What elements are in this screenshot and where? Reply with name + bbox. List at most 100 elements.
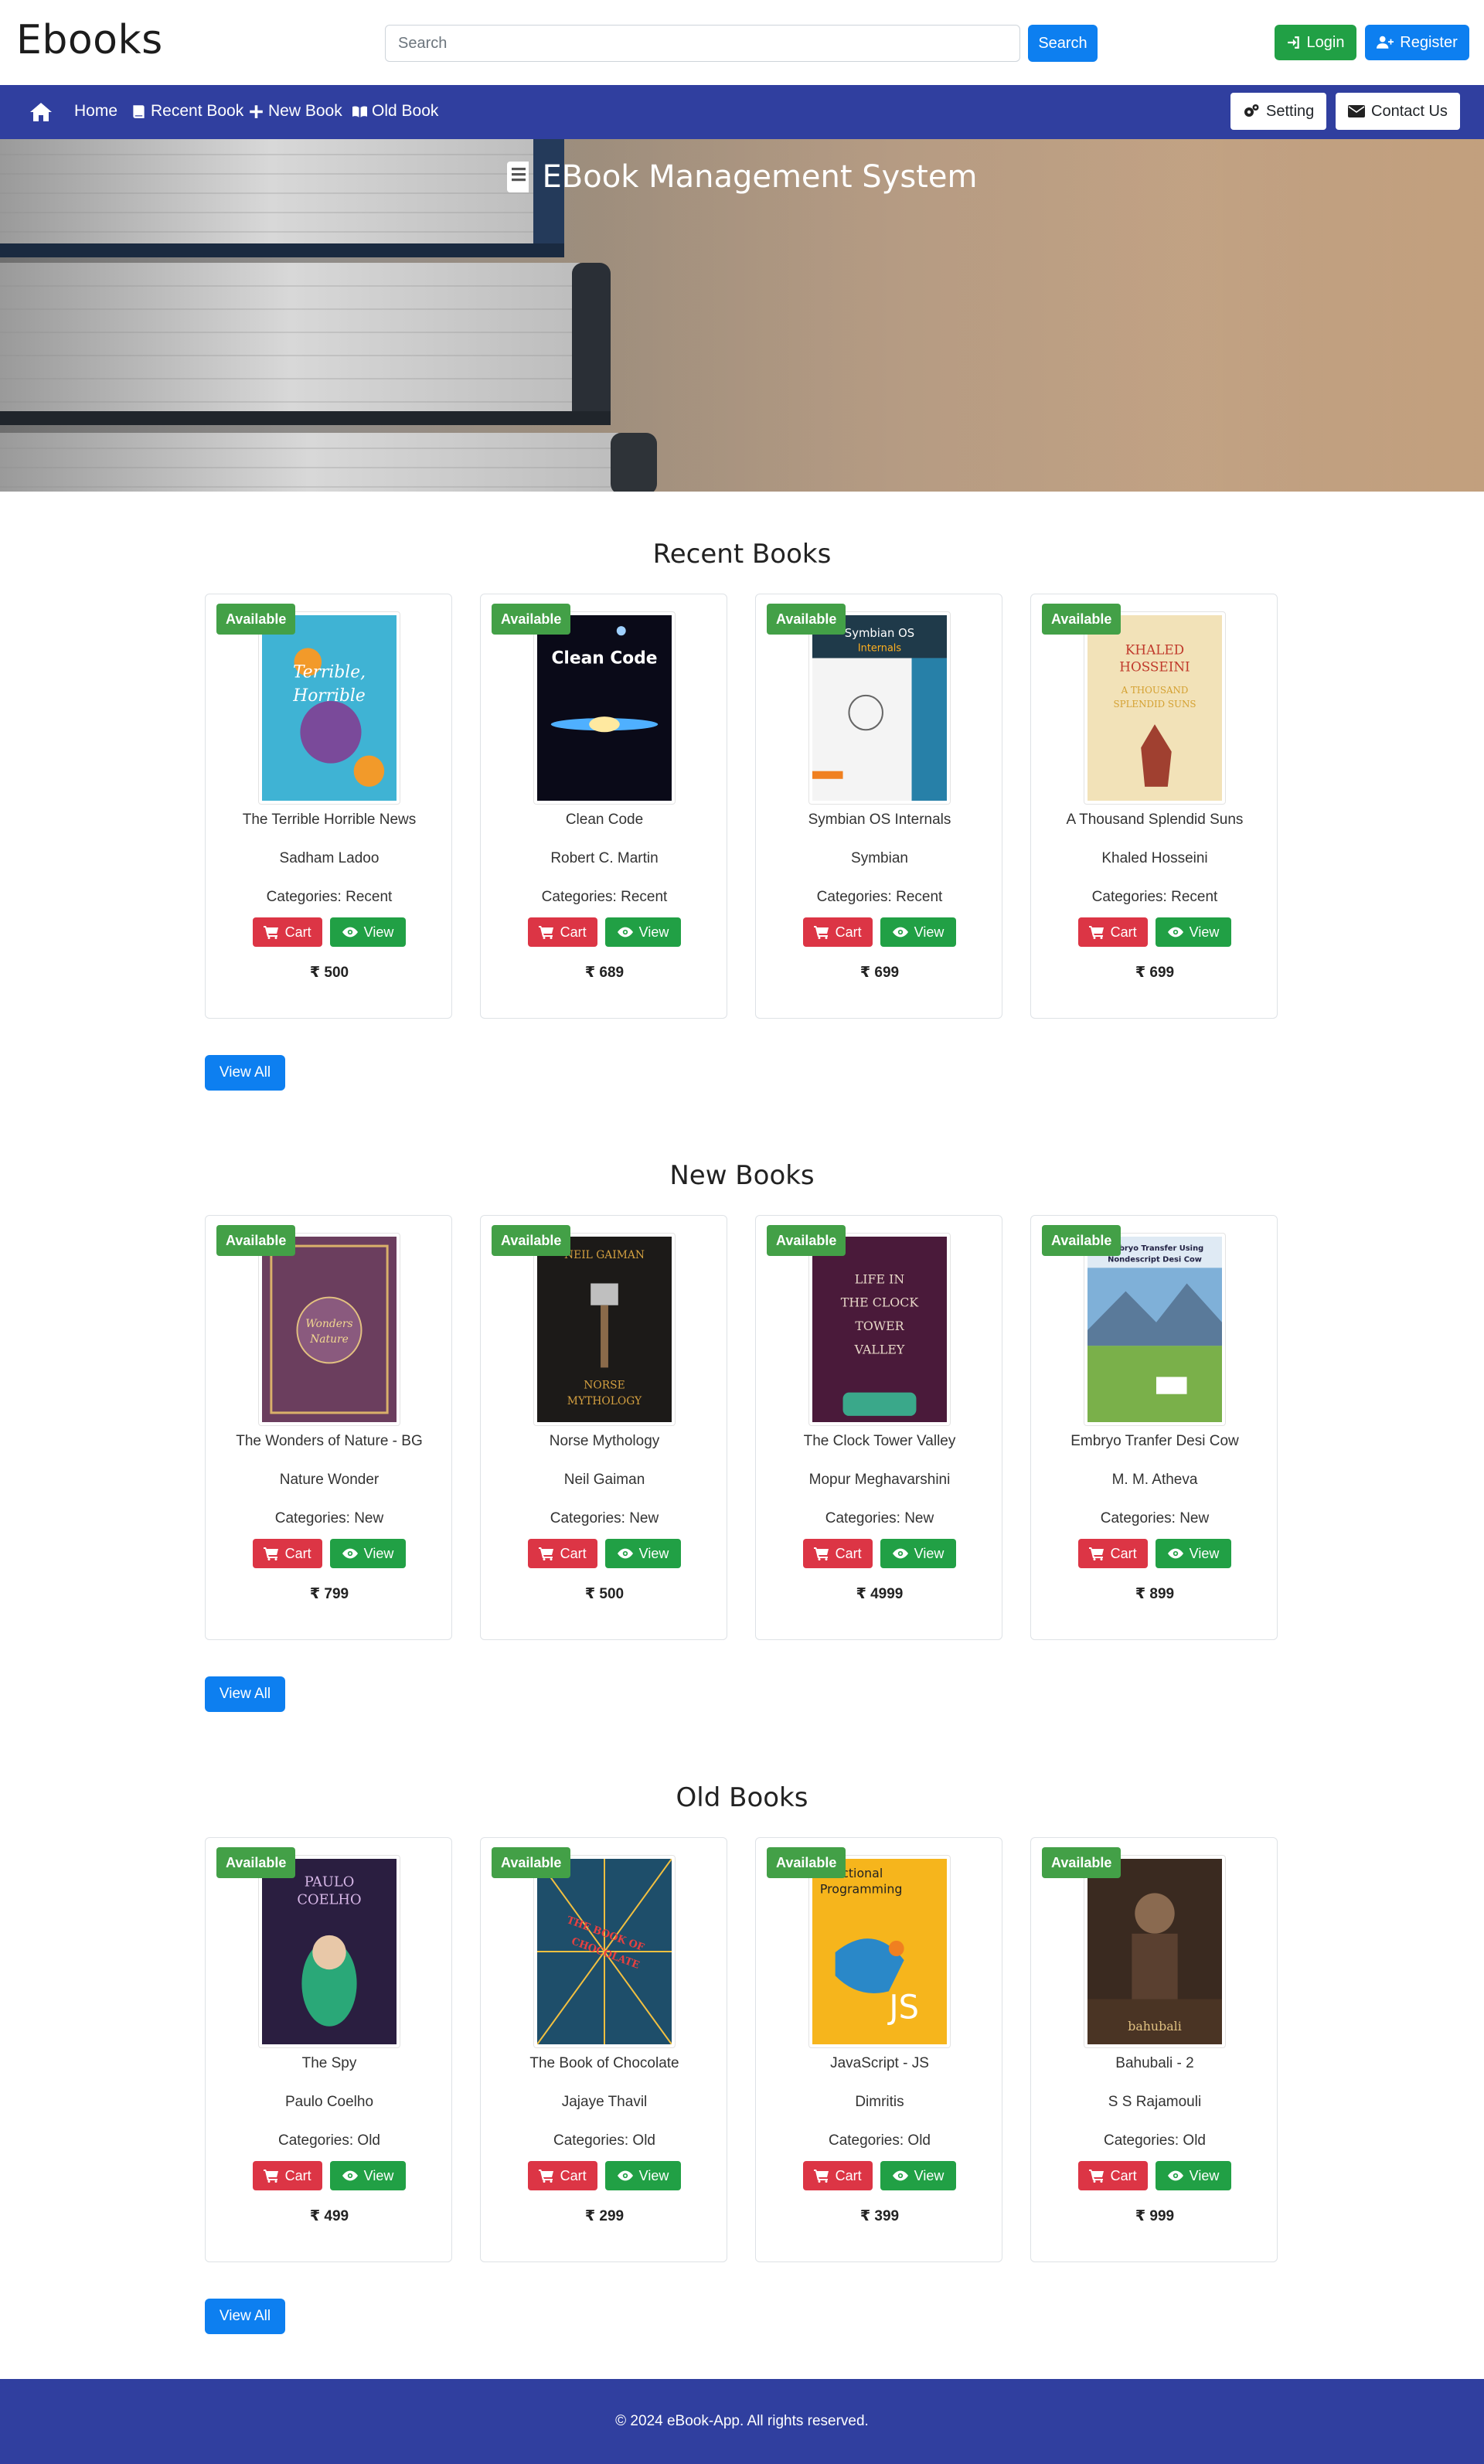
hero-title-text: EBook Management System (542, 159, 978, 195)
book-card: Symbian OS Internals Available Symbian OS I… (755, 594, 1002, 1019)
book-cover-image[interactable]: Embryo Transfer UsingNondescript Desi Co… (1087, 1237, 1222, 1422)
register-button[interactable]: Register (1365, 25, 1469, 60)
view-book-button[interactable]: View (1155, 1539, 1232, 1568)
eye-icon (342, 927, 358, 938)
view-label: View (638, 1545, 669, 1561)
book-cover-image[interactable]: PAULOCOELHO (262, 1859, 397, 2044)
book-category: Categories: Old (553, 2132, 655, 2149)
section-title: Old Books (676, 1782, 808, 1813)
book-card: KHALED HOSSEINI A THOUSAND SPLENDID SUNS Ava… (1030, 594, 1278, 1019)
book-author: Robert C. Martin (550, 850, 659, 866)
eye-icon (1167, 1548, 1183, 1559)
add-to-cart-button[interactable]: Cart (252, 1539, 322, 1568)
svg-text:MYTHOLOGY: MYTHOLOGY (567, 1395, 642, 1407)
svg-text:Nondescript Desi Cow: Nondescript Desi Cow (1108, 1255, 1202, 1264)
login-button[interactable]: Login (1275, 25, 1356, 60)
availability-badge: Available (767, 1225, 846, 1256)
book-cover-image[interactable]: FunctionalProgrammingJS (812, 1859, 947, 2044)
eye-icon (342, 1548, 358, 1559)
main-navbar: Home Recent Book New Book Old Book Setti… (0, 85, 1484, 139)
setting-button[interactable]: Setting (1230, 93, 1327, 130)
cart-icon (538, 926, 553, 939)
nav-home[interactable]: Home (74, 102, 117, 121)
home-icon[interactable] (29, 102, 53, 122)
nav-old-book[interactable]: Old Book (352, 102, 438, 121)
book-author: S S Rajamouli (1108, 2094, 1202, 2110)
card-actions: Cart View (206, 1539, 453, 1568)
book-price: ₹ 699 (859, 965, 900, 981)
add-to-cart-button[interactable]: Cart (527, 917, 597, 947)
book-cover-image[interactable]: bahubali (1087, 1859, 1222, 2044)
add-to-cart-button[interactable]: Cart (1077, 917, 1148, 947)
book-author: Paulo Coelho (284, 2094, 374, 2110)
search-input[interactable] (385, 25, 1020, 62)
book-card: Clean Code Available Clean Code Robert C. M… (480, 594, 727, 1019)
nav-recent-book[interactable]: Recent Book (131, 102, 243, 121)
book-card: Functional Programming JS Available JavaScri… (755, 1837, 1002, 2262)
add-to-cart-button[interactable]: Cart (252, 917, 322, 947)
book-cover-image[interactable]: KHALEDHOSSEINI A THOUSAND SPLENDID SUNS (1087, 615, 1222, 801)
search-button[interactable]: Search (1028, 25, 1098, 62)
cart-label: Cart (835, 2167, 862, 2183)
svg-text:NORSE: NORSE (584, 1380, 625, 1392)
cart-label: Cart (1110, 1545, 1137, 1561)
book-card: LIFE IN THE CLOCK TOWER VALLEY Available The … (755, 1215, 1002, 1640)
book-title: The Wonders of Nature - BG (236, 1433, 423, 1449)
cart-icon (813, 2170, 829, 2183)
add-to-cart-button[interactable]: Cart (802, 1539, 873, 1568)
book-category: Categories: Old (1103, 2132, 1206, 2149)
view-book-button[interactable]: View (329, 2161, 407, 2190)
book-cover-image[interactable]: Terrible, Horrible (262, 615, 397, 801)
cart-label: Cart (560, 924, 587, 940)
cart-label: Cart (284, 924, 311, 940)
add-to-cart-button[interactable]: Cart (1077, 1539, 1148, 1568)
availability-badge: Available (1042, 1847, 1122, 1878)
section-title: New Books (669, 1160, 815, 1191)
contact-us-button[interactable]: Contact Us (1336, 93, 1460, 130)
book-cover-image[interactable]: Clean Code (537, 615, 672, 801)
view-book-button[interactable]: View (604, 917, 682, 947)
add-to-cart-button[interactable]: Cart (252, 2161, 322, 2190)
svg-text:Internals: Internals (858, 642, 901, 654)
add-to-cart-button[interactable]: Cart (1077, 2161, 1148, 2190)
card-actions: Cart View (756, 917, 1003, 947)
cart-icon (813, 1547, 829, 1560)
view-book-button[interactable]: View (880, 2161, 957, 2190)
view-book-button[interactable]: View (329, 1539, 407, 1568)
view-book-button[interactable]: View (604, 1539, 682, 1568)
add-to-cart-button[interactable]: Cart (527, 1539, 597, 1568)
book-category: Categories: Recent (1091, 889, 1218, 905)
view-book-button[interactable]: View (880, 917, 957, 947)
cart-icon (813, 926, 829, 939)
book-price: ₹ 4999 (856, 1586, 904, 1602)
book-cover-frame: NEIL GAIMAN NORSE MYTHOLOGY (533, 1233, 676, 1426)
book-cover-image[interactable]: Symbian OS Internals (812, 615, 947, 801)
add-to-cart-button[interactable]: Cart (527, 2161, 597, 2190)
view-all-button[interactable]: View All (205, 1055, 285, 1091)
brand-logo[interactable]: Ebooks (16, 17, 163, 63)
eye-icon (1167, 2170, 1183, 2181)
availability-badge: Available (1042, 604, 1122, 635)
book-title: Symbian OS Internals (808, 812, 951, 828)
cart-icon (1088, 926, 1104, 939)
view-book-button[interactable]: View (329, 917, 407, 947)
book-cover-image[interactable]: Wonders Nature (262, 1237, 397, 1422)
view-all-button[interactable]: View All (205, 2299, 285, 2334)
card-actions: Cart View (756, 2161, 1003, 2190)
add-to-cart-button[interactable]: Cart (802, 917, 873, 947)
add-to-cart-button[interactable]: Cart (802, 2161, 873, 2190)
view-all-button[interactable]: View All (205, 1676, 285, 1712)
book-card: NEIL GAIMAN NORSE MYTHOLOGY Available Norse … (480, 1215, 727, 1640)
nav-new-book[interactable]: New Book (249, 102, 342, 121)
book-cover-frame: Terrible, Horrible (258, 611, 400, 805)
view-book-button[interactable]: View (880, 1539, 957, 1568)
book-title: JavaScript - JS (830, 2055, 929, 2071)
book-cover-image[interactable]: LIFE IN THE CLOCK TOWER VALLEY (812, 1237, 947, 1422)
book-cover-image[interactable]: THE BOOK OFCHOCOLATE (537, 1859, 672, 2044)
view-book-button[interactable]: View (1155, 2161, 1232, 2190)
svg-text:THE CLOCK: THE CLOCK (841, 1295, 919, 1310)
view-book-button[interactable]: View (1155, 917, 1232, 947)
svg-text:Horrible: Horrible (292, 686, 365, 706)
book-cover-image[interactable]: NEIL GAIMAN NORSE MYTHOLOGY (537, 1237, 672, 1422)
view-book-button[interactable]: View (604, 2161, 682, 2190)
